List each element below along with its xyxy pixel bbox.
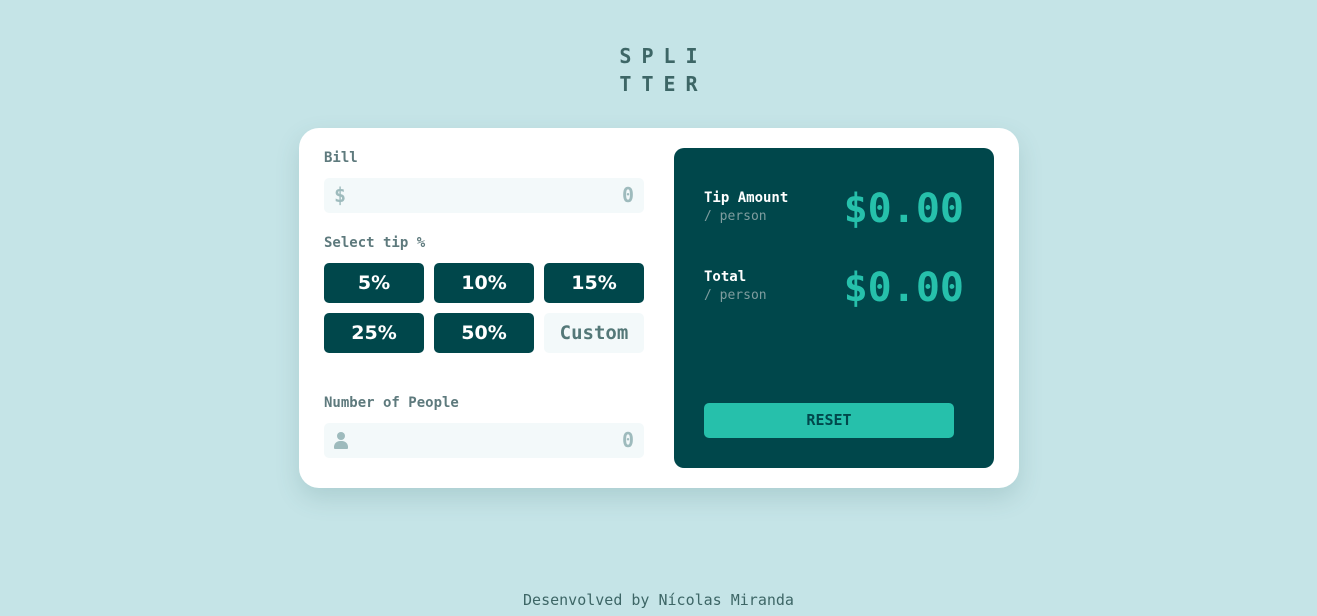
people-label: Number of People <box>324 395 459 411</box>
tip-button-15[interactable]: 15% <box>544 263 644 303</box>
tip-amount-value: $0.00 <box>843 186 964 232</box>
bill-input-value: 0 <box>621 183 634 207</box>
footer-credit: Desenvolved by Nícolas Miranda <box>523 591 794 609</box>
tip-options: 5% 10% 15% 25% 50% Custom <box>324 263 644 353</box>
people-input-value: 0 <box>621 428 634 452</box>
calculator-card: Bill $ 0 Select tip % 5% 10% 15% 25% 50%… <box>299 128 1019 488</box>
bill-input[interactable]: $ 0 <box>324 178 644 213</box>
total-value: $0.00 <box>843 265 964 311</box>
people-input[interactable]: 0 <box>324 423 644 458</box>
bill-label: Bill <box>324 150 358 166</box>
total-row: Total / person $0.00 <box>704 267 964 317</box>
people-section: Number of People 0 <box>324 393 644 458</box>
input-panel: Bill $ 0 Select tip % 5% 10% 15% 25% 50%… <box>324 148 644 458</box>
tip-button-25[interactable]: 25% <box>324 313 424 353</box>
total-label: Total <box>704 269 747 285</box>
tip-amount-row: Tip Amount / person $0.00 <box>704 188 964 238</box>
custom-tip-input[interactable]: Custom <box>544 313 644 353</box>
select-tip-label: Select tip % <box>324 235 426 251</box>
results-panel: Tip Amount / person $0.00 Total / person… <box>674 148 994 468</box>
tip-amount-per-person: / person <box>704 209 767 224</box>
tip-button-50[interactable]: 50% <box>434 313 534 353</box>
dollar-icon: $ <box>334 183 347 207</box>
tip-amount-label: Tip Amount <box>704 190 789 206</box>
logo-line-1: SPLI <box>619 44 708 68</box>
total-per-person: / person <box>704 288 767 303</box>
tip-button-5[interactable]: 5% <box>324 263 424 303</box>
app-logo: SPLI TTER <box>0 42 1317 98</box>
person-icon <box>334 432 348 449</box>
logo-line-2: TTER <box>619 72 708 96</box>
tip-button-10[interactable]: 10% <box>434 263 534 303</box>
reset-button[interactable]: RESET <box>704 403 954 438</box>
tip-section: Select tip % 5% 10% 15% 25% 50% Custom <box>324 233 644 353</box>
